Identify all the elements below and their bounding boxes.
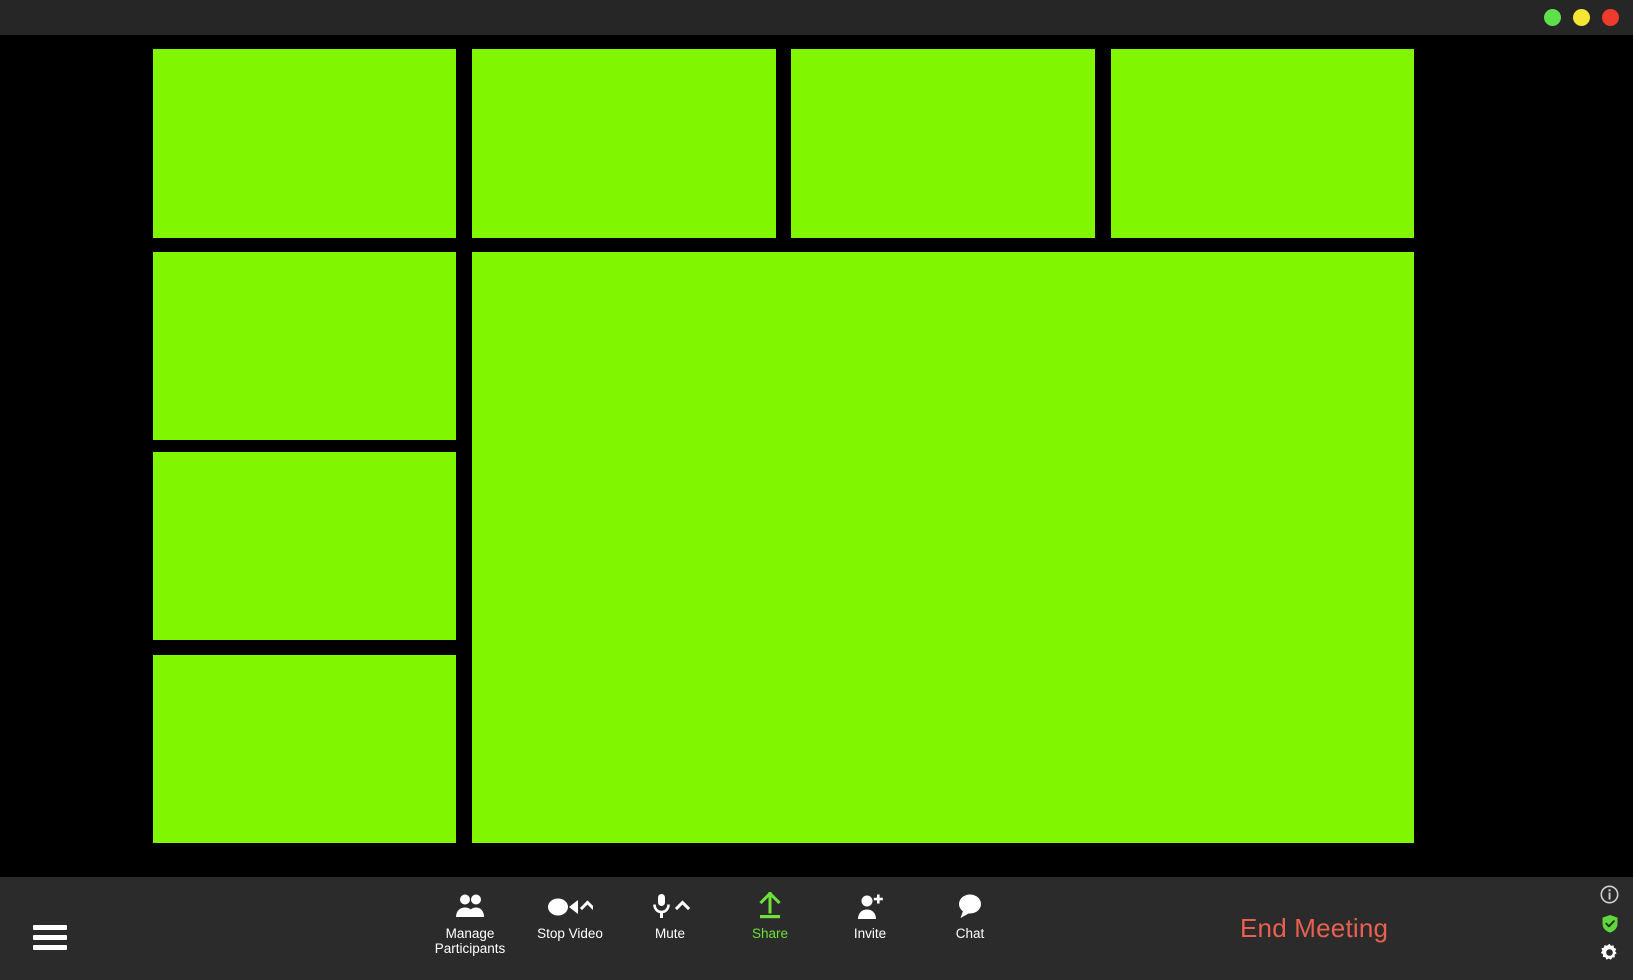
share-screen-button[interactable]: Share (720, 877, 820, 980)
window-controls (1544, 0, 1619, 35)
info-circle-icon[interactable] (1600, 885, 1619, 904)
mute-button[interactable]: Mute (620, 877, 720, 980)
chat-label: Chat (955, 926, 985, 941)
meeting-toolbar: Manage Participants Stop Video Mute Shar… (0, 877, 1633, 980)
hamburger-bar (33, 945, 67, 950)
chat-bubble-icon (955, 889, 985, 923)
video-tile[interactable] (153, 655, 456, 843)
chat-button[interactable]: Chat (920, 877, 1020, 980)
shield-check-icon[interactable] (1601, 914, 1619, 933)
hamburger-bar (33, 925, 67, 930)
video-tile[interactable] (472, 252, 1414, 843)
invite-person-icon (855, 889, 885, 923)
toolbar-controls: Manage Participants Stop Video Mute Shar… (420, 877, 1020, 980)
video-camera-icon (547, 889, 593, 923)
manage-participants-label: Manage Participants (434, 926, 506, 956)
end-meeting-button[interactable]: End Meeting (1240, 877, 1388, 980)
hamburger-bar (33, 935, 67, 940)
manage-participants-button[interactable]: Manage Participants (420, 877, 520, 980)
invite-button[interactable]: Invite (820, 877, 920, 980)
maximize-window-button[interactable] (1573, 9, 1590, 26)
mute-label: Mute (654, 926, 685, 941)
window-title-bar (0, 0, 1633, 35)
share-screen-icon (755, 889, 785, 923)
stop-video-button[interactable]: Stop Video (520, 877, 620, 980)
share-label: Share (751, 926, 789, 941)
microphone-icon (649, 889, 691, 923)
close-window-button[interactable] (1602, 9, 1619, 26)
video-tile[interactable] (153, 49, 456, 238)
video-grid (0, 35, 1633, 877)
participants-icon (454, 889, 486, 923)
video-tile[interactable] (153, 252, 456, 440)
video-tile[interactable] (1111, 49, 1414, 238)
menu-button[interactable] (33, 925, 67, 950)
invite-label: Invite (853, 926, 887, 941)
video-tile[interactable] (472, 49, 776, 238)
gear-icon[interactable] (1600, 943, 1619, 962)
toolbar-status-icons (1600, 885, 1619, 962)
video-tile[interactable] (153, 452, 456, 640)
video-tile[interactable] (791, 49, 1095, 238)
stop-video-label: Stop Video (537, 926, 603, 941)
minimize-window-button[interactable] (1544, 9, 1561, 26)
